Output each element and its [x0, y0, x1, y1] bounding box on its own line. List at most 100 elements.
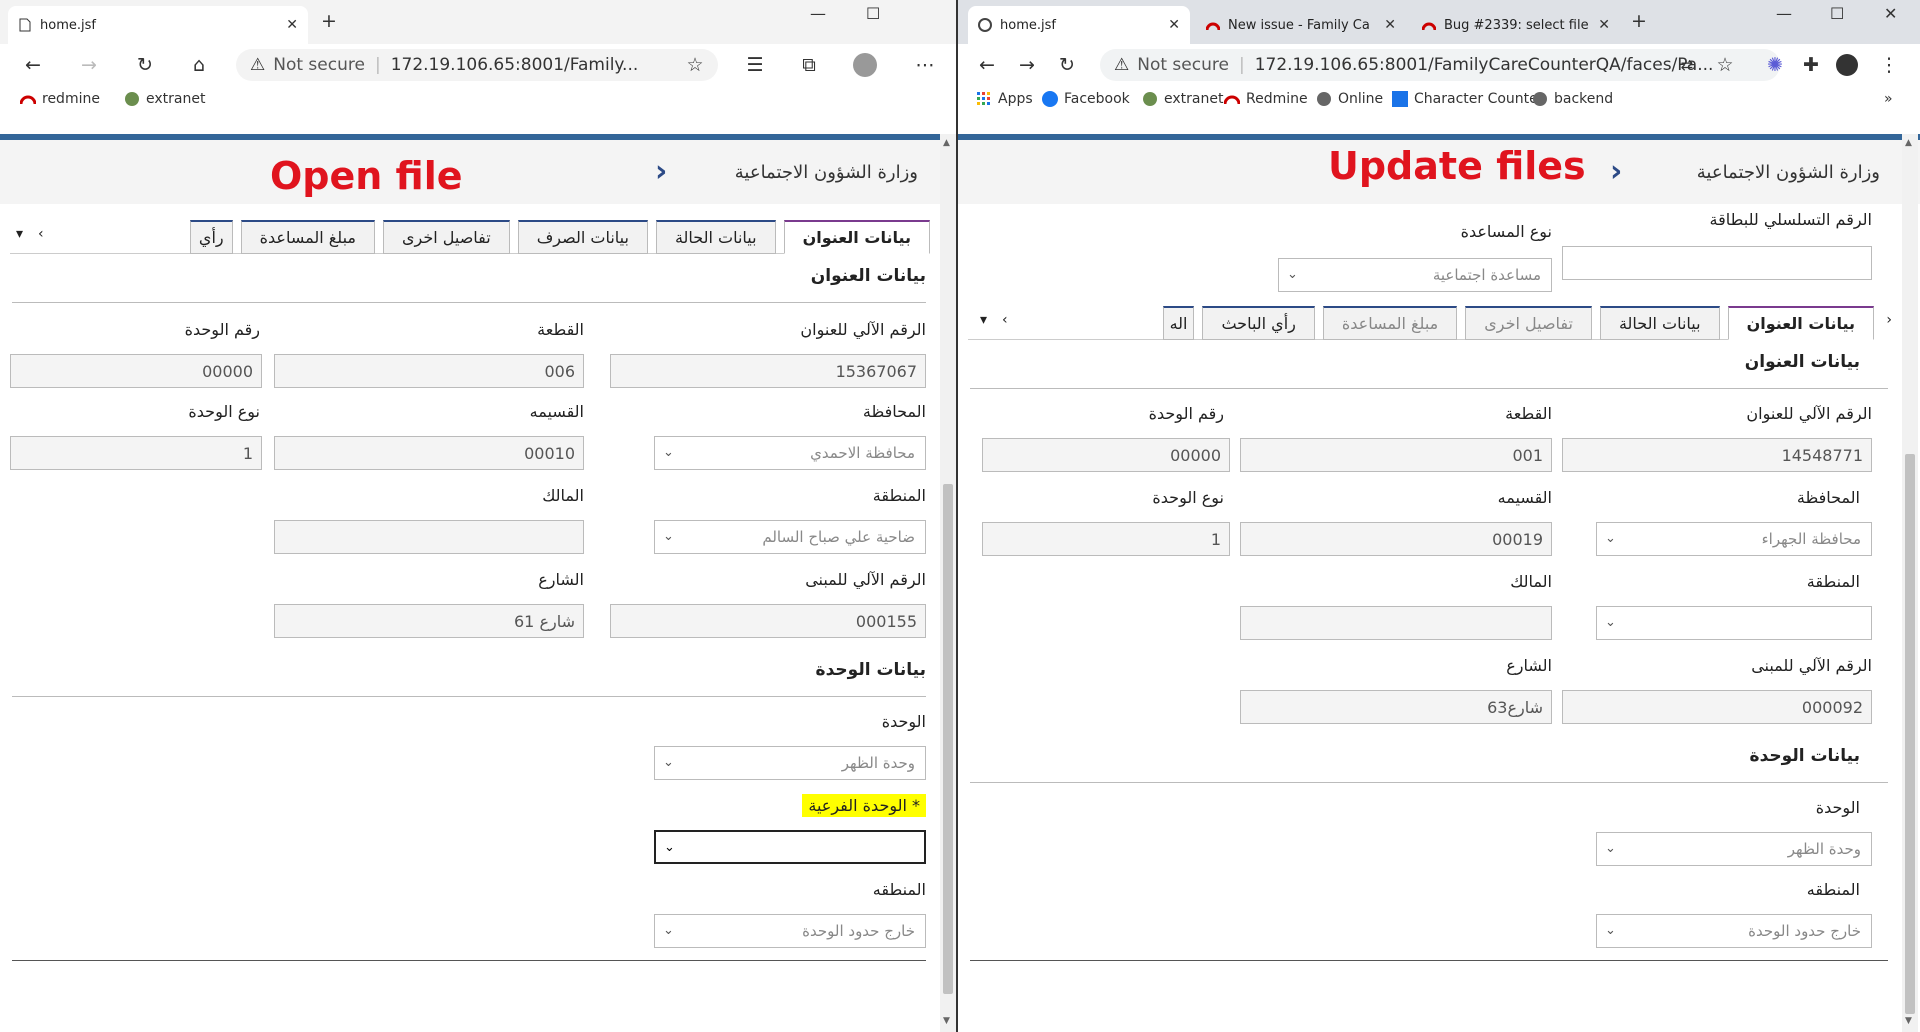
url-separator: | — [374, 55, 381, 75]
tab-scroll-left-icon[interactable]: › — [1002, 312, 1008, 328]
subunit-select[interactable]: ⌄ — [654, 830, 926, 864]
block-field[interactable]: 006 — [274, 354, 584, 388]
close-icon[interactable]: ✕ — [1884, 4, 1897, 23]
maximize-icon[interactable]: ☐ — [1830, 4, 1844, 23]
home-icon[interactable]: ⌂ — [186, 52, 212, 78]
building-field[interactable]: 000092 — [1562, 690, 1872, 724]
close-tab-icon[interactable]: ✕ — [286, 17, 298, 33]
governorate-select[interactable]: محافظة الاحمدي ⌄ — [654, 436, 926, 470]
scrollbar-thumb[interactable] — [943, 484, 953, 994]
tab-researcher-opinion[interactable]: رأي الباحث — [1202, 306, 1315, 340]
card-serial-field[interactable] — [1562, 246, 1872, 280]
scrollbar-thumb[interactable] — [1905, 454, 1915, 1014]
profile-icon[interactable] — [852, 52, 878, 78]
profile-icon[interactable] — [1834, 52, 1860, 78]
chevron-right-icon[interactable]: › — [655, 154, 667, 189]
region-select[interactable]: خارج حدود الوحدة ⌄ — [1596, 914, 1872, 948]
aid-type-select[interactable]: مساعدة اجتماعية ⌄ — [1278, 258, 1552, 292]
back-icon[interactable]: ← — [974, 52, 1000, 78]
bookmark-apps[interactable]: Apps — [976, 91, 1033, 107]
bookmark-redmine[interactable]: Redmine — [1223, 91, 1308, 107]
governorate-select[interactable]: محافظة الجهراء ⌄ — [1596, 522, 1872, 556]
puzzle-icon[interactable]: ✚ — [1798, 52, 1824, 78]
refresh-icon[interactable]: ↻ — [1054, 52, 1080, 78]
owner-field[interactable] — [274, 520, 584, 554]
tab-dropdown-icon[interactable]: ▾ — [16, 226, 23, 242]
tab-scroll-right-icon[interactable]: ‹ — [1886, 312, 1892, 328]
collections-icon[interactable]: ⧉ — [796, 52, 822, 78]
close-tab-icon[interactable]: ✕ — [1168, 17, 1180, 33]
plot-field[interactable]: 00010 — [274, 436, 584, 470]
tab-aid-amount[interactable]: مبلغ المساعدة — [240, 220, 375, 254]
bookmark-star-icon[interactable]: ☆ — [1712, 52, 1738, 78]
scroll-down-icon[interactable]: ▼ — [1905, 1016, 1912, 1026]
plot-field[interactable]: 00019 — [1240, 522, 1552, 556]
tab-case[interactable]: بيانات الحالة — [655, 220, 776, 254]
maximize-icon[interactable]: ☐ — [866, 4, 880, 23]
bookmark-extranet[interactable]: extranet — [1142, 91, 1223, 107]
chrome-tab-new-issue[interactable]: New issue - Family Ca ✕ — [1196, 6, 1406, 44]
street-field[interactable]: شارع63 — [1240, 690, 1552, 724]
new-tab-icon[interactable]: + — [1626, 8, 1652, 34]
bookmark-redmine[interactable]: redmine — [19, 91, 100, 107]
minimize-icon[interactable]: — — [810, 4, 826, 23]
chrome-tab-home[interactable]: home.jsf ✕ — [968, 6, 1190, 44]
tab-aid-amount[interactable]: مبلغ المساعدة — [1322, 306, 1458, 340]
tab-more[interactable]: اله — [1162, 306, 1195, 340]
unit-type-field[interactable]: 1 — [982, 522, 1230, 556]
edge-tab-home[interactable]: home.jsf ✕ — [8, 6, 308, 44]
tab-other-details[interactable]: تفاصيل اخرى — [382, 220, 510, 254]
new-tab-icon[interactable]: + — [316, 8, 342, 34]
tab-other-details[interactable]: تفاصيل اخرى — [1465, 306, 1592, 340]
chevron-right-icon[interactable]: › — [1610, 154, 1622, 189]
region-select[interactable]: خارج حدود الوحدة ⌄ — [654, 914, 926, 948]
scroll-up-icon[interactable]: ▲ — [943, 138, 950, 148]
refresh-icon[interactable]: ↻ — [132, 52, 158, 78]
area-select[interactable]: ضاحية علي صباح السالم ⌄ — [654, 520, 926, 554]
more-bookmarks-icon[interactable]: » — [1884, 91, 1893, 107]
back-icon[interactable]: ← — [20, 52, 46, 78]
address-bar[interactable]: ⚠ Not secure | 172.19.106.65:8001/Family… — [236, 49, 718, 81]
auto-address-field[interactable]: 14548771 — [1562, 438, 1872, 472]
tab-case[interactable]: بيانات الحالة — [1599, 306, 1720, 340]
favorite-star-icon[interactable]: ☆ — [682, 52, 708, 78]
bookmark-character-counter[interactable]: Character Counter — [1392, 91, 1544, 107]
tab-address[interactable]: بيانات العنوان — [1727, 306, 1874, 340]
tab-dropdown-icon[interactable]: ▾ — [980, 312, 987, 328]
bookmark-online[interactable]: Online — [1316, 91, 1383, 107]
block-field[interactable]: 001 — [1240, 438, 1552, 472]
tab-scroll-left-icon[interactable]: › — [38, 226, 44, 242]
bookmark-facebook[interactable]: Facebook — [1042, 91, 1130, 107]
unit-type-field[interactable]: 1 — [10, 436, 262, 470]
unit-type-label: نوع الوحدة — [1152, 488, 1224, 507]
extension-icon[interactable]: ✺ — [1762, 52, 1788, 78]
street-field[interactable]: شارع 61 — [274, 604, 584, 638]
favorites-icon[interactable]: ☰ — [742, 52, 768, 78]
scroll-up-icon[interactable]: ▲ — [1905, 138, 1912, 148]
close-tab-icon[interactable]: ✕ — [1384, 17, 1396, 33]
forward-icon[interactable]: → — [1014, 52, 1040, 78]
close-tab-icon[interactable]: ✕ — [1598, 17, 1610, 33]
forward-icon[interactable]: → — [76, 52, 102, 78]
tab-opinion[interactable]: رأي — [189, 220, 233, 254]
scroll-down-icon[interactable]: ▼ — [943, 1016, 950, 1026]
tab-payment[interactable]: بيانات الصرف — [517, 220, 648, 254]
scrollbar[interactable]: ▲ ▼ — [1902, 134, 1918, 1032]
unit-select[interactable]: وحدة الظهر ⌄ — [1596, 832, 1872, 866]
unit-no-field[interactable]: 00000 — [10, 354, 262, 388]
bookmark-backend[interactable]: backend — [1532, 91, 1613, 107]
auto-address-field[interactable]: 15367067 — [610, 354, 926, 388]
minimize-icon[interactable]: — — [1776, 4, 1792, 23]
menu-icon[interactable]: ⋮ — [1876, 52, 1902, 78]
tab-address[interactable]: بيانات العنوان — [783, 220, 930, 254]
unit-select[interactable]: وحدة الظهر ⌄ — [654, 746, 926, 780]
area-select[interactable]: ⌄ — [1596, 606, 1872, 640]
more-icon[interactable]: ⋯ — [912, 52, 938, 78]
translate-icon[interactable]: ⇄ — [1674, 52, 1700, 78]
unit-no-field[interactable]: 00000 — [982, 438, 1230, 472]
owner-field[interactable] — [1240, 606, 1552, 640]
bookmark-extranet[interactable]: extranet — [124, 91, 205, 107]
chrome-tab-bug[interactable]: Bug #2339: select file ✕ — [1412, 6, 1620, 44]
scrollbar[interactable]: ▲ ▼ — [940, 134, 956, 1032]
building-field[interactable]: 000155 — [610, 604, 926, 638]
